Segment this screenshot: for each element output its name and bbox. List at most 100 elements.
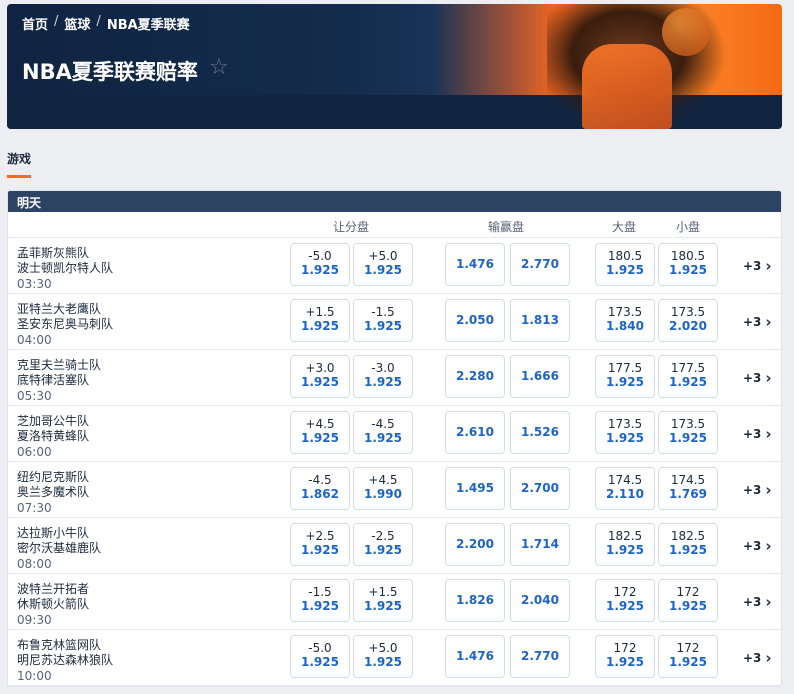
handicap-price: 1.925 — [301, 263, 339, 277]
under-button[interactable]: 174.5 1.769 — [658, 467, 718, 510]
over-button[interactable]: 174.5 2.110 — [595, 467, 655, 510]
moneyline-price: 2.050 — [456, 313, 494, 327]
page-title: NBA夏季联赛赔率 — [22, 60, 198, 84]
more-markets-button[interactable]: +3 › — [743, 313, 772, 331]
handicap-away-button[interactable]: -3.0 1.925 — [353, 355, 413, 398]
moneyline-home-button[interactable]: 2.280 — [445, 355, 505, 398]
total-price: 1.925 — [606, 263, 644, 277]
chevron-right-icon: › — [765, 481, 772, 499]
away-team[interactable]: 密尔沃基雄鹿队 — [17, 539, 101, 556]
handicap-line: +3.0 — [305, 361, 335, 375]
more-markets-count: +3 — [743, 315, 762, 329]
under-button[interactable]: 182.5 1.925 — [658, 523, 718, 566]
moneyline-away-button[interactable]: 2.700 — [510, 467, 570, 510]
moneyline-home-button[interactable]: 1.495 — [445, 467, 505, 510]
match-row: 布鲁克林篮网队 明尼苏达森林狼队 10:00 -5.0 1.925 +5.0 1… — [8, 630, 781, 686]
more-markets-button[interactable]: +3 › — [743, 649, 772, 667]
total-line: 173.5 — [607, 305, 643, 319]
under-button[interactable]: 173.5 2.020 — [658, 299, 718, 342]
handicap-away-button[interactable]: +5.0 1.925 — [353, 243, 413, 286]
handicap-home-button[interactable]: -4.5 1.862 — [290, 467, 350, 510]
match-time: 07:30 — [17, 501, 52, 515]
more-markets-button[interactable]: +3 › — [743, 537, 772, 555]
away-team[interactable]: 休斯顿火箭队 — [17, 595, 89, 612]
handicap-line: +1.5 — [368, 585, 398, 599]
total-price: 1.925 — [669, 599, 707, 613]
more-markets-button[interactable]: +3 › — [743, 425, 772, 443]
moneyline-home-button[interactable]: 2.200 — [445, 523, 505, 566]
match-time: 03:30 — [17, 277, 52, 291]
moneyline-home-button[interactable]: 1.476 — [445, 243, 505, 286]
moneyline-away-button[interactable]: 1.666 — [510, 355, 570, 398]
under-button[interactable]: 172 1.925 — [658, 579, 718, 622]
under-button[interactable]: 177.5 1.925 — [658, 355, 718, 398]
over-button[interactable]: 172 1.925 — [595, 635, 655, 678]
away-team[interactable]: 圣安东尼奥马刺队 — [17, 315, 113, 332]
moneyline-price: 1.476 — [456, 649, 494, 663]
favorite-star-icon[interactable]: ☆ — [209, 55, 229, 80]
moneyline-away-button[interactable]: 1.813 — [510, 299, 570, 342]
handicap-home-button[interactable]: -5.0 1.925 — [290, 635, 350, 678]
breadcrumb-basketball[interactable]: 篮球 — [64, 14, 90, 33]
over-button[interactable]: 173.5 1.925 — [595, 411, 655, 454]
breadcrumb-home[interactable]: 首页 — [22, 14, 48, 33]
handicap-away-button[interactable]: -4.5 1.925 — [353, 411, 413, 454]
more-markets-count: +3 — [743, 595, 762, 609]
tab-games[interactable]: 游戏 — [7, 150, 32, 178]
under-button[interactable]: 180.5 1.925 — [658, 243, 718, 286]
under-button[interactable]: 173.5 1.925 — [658, 411, 718, 454]
handicap-home-button[interactable]: +4.5 1.925 — [290, 411, 350, 454]
handicap-home-button[interactable]: -5.0 1.925 — [290, 243, 350, 286]
over-button[interactable]: 172 1.925 — [595, 579, 655, 622]
match-row: 纽约尼克斯队 奥兰多魔术队 07:30 -4.5 1.862 +4.5 1.99… — [8, 462, 781, 518]
more-markets-button[interactable]: +3 › — [743, 369, 772, 387]
moneyline-away-button[interactable]: 2.770 — [510, 243, 570, 286]
handicap-line: +4.5 — [368, 473, 398, 487]
moneyline-away-button[interactable]: 1.526 — [510, 411, 570, 454]
moneyline-home-button[interactable]: 1.826 — [445, 579, 505, 622]
handicap-away-button[interactable]: -2.5 1.925 — [353, 523, 413, 566]
section-header: 明天 — [8, 191, 781, 212]
away-team[interactable]: 底特律活塞队 — [17, 371, 89, 388]
handicap-line: +5.0 — [368, 641, 398, 655]
moneyline-home-button[interactable]: 2.610 — [445, 411, 505, 454]
match-time: 10:00 — [17, 669, 52, 683]
basketball-illustration — [662, 8, 710, 56]
more-markets-button[interactable]: +3 › — [743, 481, 772, 499]
more-markets-button[interactable]: +3 › — [743, 257, 772, 275]
match-time: 06:00 — [17, 445, 52, 459]
handicap-home-button[interactable]: +2.5 1.925 — [290, 523, 350, 566]
moneyline-away-button[interactable]: 2.040 — [510, 579, 570, 622]
away-team[interactable]: 波士顿凯尔特人队 — [17, 259, 113, 276]
moneyline-price: 1.526 — [521, 425, 559, 439]
moneyline-home-button[interactable]: 1.476 — [445, 635, 505, 678]
chevron-right-icon: › — [765, 537, 772, 555]
match-time: 05:30 — [17, 389, 52, 403]
away-team[interactable]: 奥兰多魔术队 — [17, 483, 89, 500]
over-button[interactable]: 182.5 1.925 — [595, 523, 655, 566]
over-button[interactable]: 180.5 1.925 — [595, 243, 655, 286]
total-line: 173.5 — [607, 417, 643, 431]
handicap-away-button[interactable]: +4.5 1.990 — [353, 467, 413, 510]
moneyline-home-button[interactable]: 2.050 — [445, 299, 505, 342]
breadcrumb-league[interactable]: NBA夏季联赛 — [107, 14, 190, 33]
match-row: 达拉斯小牛队 密尔沃基雄鹿队 08:00 +2.5 1.925 -2.5 1.9… — [8, 518, 781, 574]
more-markets-button[interactable]: +3 › — [743, 593, 772, 611]
handicap-home-button[interactable]: +1.5 1.925 — [290, 299, 350, 342]
handicap-away-button[interactable]: +1.5 1.925 — [353, 579, 413, 622]
more-markets-count: +3 — [743, 427, 762, 441]
match-row: 克里夫兰骑士队 底特律活塞队 05:30 +3.0 1.925 -3.0 1.9… — [8, 350, 781, 406]
moneyline-away-button[interactable]: 2.770 — [510, 635, 570, 678]
away-team[interactable]: 明尼苏达森林狼队 — [17, 651, 113, 668]
handicap-away-button[interactable]: +5.0 1.925 — [353, 635, 413, 678]
match-time: 08:00 — [17, 557, 52, 571]
handicap-home-button[interactable]: +3.0 1.925 — [290, 355, 350, 398]
handicap-home-button[interactable]: -1.5 1.925 — [290, 579, 350, 622]
handicap-line: -4.5 — [308, 473, 332, 487]
away-team[interactable]: 夏洛特黄蜂队 — [17, 427, 89, 444]
handicap-away-button[interactable]: -1.5 1.925 — [353, 299, 413, 342]
over-button[interactable]: 177.5 1.925 — [595, 355, 655, 398]
moneyline-away-button[interactable]: 1.714 — [510, 523, 570, 566]
over-button[interactable]: 173.5 1.840 — [595, 299, 655, 342]
under-button[interactable]: 172 1.925 — [658, 635, 718, 678]
